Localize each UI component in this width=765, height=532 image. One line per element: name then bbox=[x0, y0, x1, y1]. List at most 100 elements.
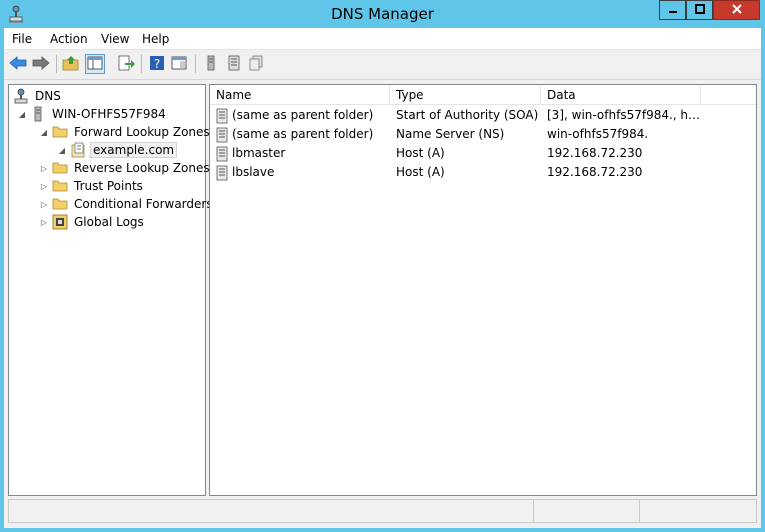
properties-icon bbox=[171, 56, 187, 73]
expand-arrow-icon[interactable]: ▷ bbox=[39, 199, 49, 209]
folder-icon bbox=[52, 124, 68, 140]
tree-item-forward-lookup-zones[interactable]: ◢ Forward Lookup Zones bbox=[39, 123, 212, 141]
tree-item-trust-points[interactable]: ▷ Trust Points bbox=[39, 177, 145, 195]
collapse-arrow-icon[interactable]: ◢ bbox=[17, 109, 27, 119]
up-one-level-button[interactable] bbox=[61, 54, 81, 74]
forward-button[interactable] bbox=[31, 54, 51, 74]
menu-bar: File Action View Help bbox=[4, 28, 761, 50]
table-row[interactable]: (same as parent folder) Start of Authori… bbox=[210, 106, 756, 125]
close-button[interactable] bbox=[713, 0, 760, 20]
show-hide-console-tree-button[interactable] bbox=[85, 54, 105, 74]
toolbar-separator bbox=[195, 55, 196, 73]
help-icon: ? bbox=[149, 55, 165, 74]
client-area: File Action View Help ? DNS ◢ WIN-OFHFS5… bbox=[4, 28, 761, 528]
tree-label: Trust Points bbox=[74, 179, 143, 193]
tree-item-example-com[interactable]: ◢ example.com bbox=[57, 141, 178, 159]
up-folder-icon bbox=[62, 55, 80, 74]
tree-label: Global Logs bbox=[74, 215, 144, 229]
record-name: (same as parent folder) bbox=[232, 108, 374, 122]
tree-label: WIN-OFHFS57F984 bbox=[52, 107, 166, 121]
folder-icon bbox=[52, 160, 68, 176]
menu-action[interactable]: Action bbox=[50, 32, 88, 46]
title-bar[interactable]: DNS Manager bbox=[0, 0, 765, 28]
menu-view[interactable]: View bbox=[101, 32, 129, 46]
menu-file[interactable]: File bbox=[12, 32, 32, 46]
table-row[interactable]: lbslave Host (A) 192.168.72.230 bbox=[210, 163, 756, 182]
export-list-button[interactable] bbox=[116, 54, 136, 74]
dns-root-icon bbox=[13, 88, 29, 104]
forward-arrow-icon bbox=[32, 55, 50, 73]
record-data: win-ofhfs57f984. bbox=[547, 127, 649, 141]
server-icon bbox=[206, 55, 216, 74]
tree-item-global-logs[interactable]: ▷ Global Logs bbox=[39, 213, 146, 231]
maximize-button[interactable] bbox=[686, 0, 713, 20]
back-arrow-icon bbox=[9, 55, 27, 73]
record-data: 192.168.72.230 bbox=[547, 146, 643, 160]
toolbar-separator bbox=[56, 55, 57, 73]
svg-text:?: ? bbox=[154, 57, 160, 71]
column-header-name[interactable]: Name bbox=[210, 85, 390, 105]
collapse-arrow-icon[interactable]: ◢ bbox=[39, 127, 49, 137]
close-icon bbox=[731, 3, 743, 18]
status-divider bbox=[533, 500, 534, 522]
column-header-data[interactable]: Data bbox=[541, 85, 701, 105]
console-tree[interactable]: DNS ◢ WIN-OFHFS57F984 ◢ Forward Lookup Z… bbox=[8, 84, 213, 496]
tree-label: Reverse Lookup Zones bbox=[74, 161, 210, 175]
tree-item-dns[interactable]: DNS bbox=[13, 87, 63, 105]
menu-help[interactable]: Help bbox=[142, 32, 169, 46]
record-type: Host (A) bbox=[396, 146, 445, 160]
table-row[interactable]: lbmaster Host (A) 192.168.72.230 bbox=[210, 144, 756, 163]
show-hide-console-tree-icon bbox=[87, 56, 103, 73]
tree-label: DNS bbox=[35, 89, 61, 103]
record-icon bbox=[216, 163, 232, 182]
minimize-button[interactable] bbox=[659, 0, 686, 20]
record-icon bbox=[216, 106, 232, 125]
log-icon bbox=[52, 214, 68, 230]
tree-label: Forward Lookup Zones bbox=[74, 125, 210, 139]
toolbar-separator bbox=[141, 55, 142, 73]
tree-item-conditional-forwarders[interactable]: ▷ Conditional Forwarders bbox=[39, 195, 215, 213]
tree-item-server[interactable]: ◢ WIN-OFHFS57F984 bbox=[17, 105, 168, 123]
zone-icon bbox=[70, 142, 86, 158]
record-data: [3], win-ofhfs57f984., host… bbox=[547, 108, 701, 122]
record-icon bbox=[216, 125, 232, 144]
expand-arrow-icon[interactable]: ▷ bbox=[39, 163, 49, 173]
record-list-icon bbox=[227, 55, 241, 74]
copy-button[interactable] bbox=[246, 54, 266, 74]
table-row[interactable]: (same as parent folder) Name Server (NS)… bbox=[210, 125, 756, 144]
record-name: lbslave bbox=[232, 165, 275, 179]
server-icon bbox=[30, 106, 46, 122]
expand-arrow-icon[interactable]: ▷ bbox=[39, 217, 49, 227]
tree-label: example.com bbox=[90, 142, 178, 158]
record-icon bbox=[216, 144, 232, 163]
server-button[interactable] bbox=[201, 54, 221, 74]
record-type: Host (A) bbox=[396, 165, 445, 179]
results-list[interactable]: Name Type Data (same as parent folder) S… bbox=[209, 84, 757, 496]
back-button[interactable] bbox=[8, 54, 28, 74]
collapse-arrow-icon[interactable]: ◢ bbox=[57, 145, 67, 155]
maximize-icon bbox=[694, 3, 705, 17]
record-type: Start of Authority (SOA) bbox=[396, 108, 539, 122]
record-name: lbmaster bbox=[232, 146, 286, 160]
tree-label: Conditional Forwarders bbox=[74, 197, 213, 211]
folder-icon bbox=[52, 178, 68, 194]
help-button[interactable]: ? bbox=[147, 54, 167, 74]
status-divider bbox=[639, 500, 640, 522]
record-name: (same as parent folder) bbox=[232, 127, 374, 141]
folder-icon bbox=[52, 196, 68, 212]
export-list-icon bbox=[117, 55, 135, 74]
tree-item-reverse-lookup-zones[interactable]: ▷ Reverse Lookup Zones bbox=[39, 159, 212, 177]
column-header-type[interactable]: Type bbox=[390, 85, 541, 105]
properties-button[interactable] bbox=[169, 54, 189, 74]
dns-manager-window: DNS Manager File Action View Help ? DNS … bbox=[0, 0, 765, 532]
minimize-icon bbox=[668, 3, 678, 17]
window-title: DNS Manager bbox=[331, 5, 434, 23]
expand-arrow-icon[interactable]: ▷ bbox=[39, 181, 49, 191]
record-type: Name Server (NS) bbox=[396, 127, 505, 141]
record-data: 192.168.72.230 bbox=[547, 165, 643, 179]
copy-icon bbox=[248, 55, 264, 74]
status-bar bbox=[8, 499, 757, 523]
toolbar: ? bbox=[4, 50, 761, 80]
list-header: Name Type Data bbox=[210, 85, 756, 105]
record-list-button[interactable] bbox=[224, 54, 244, 74]
